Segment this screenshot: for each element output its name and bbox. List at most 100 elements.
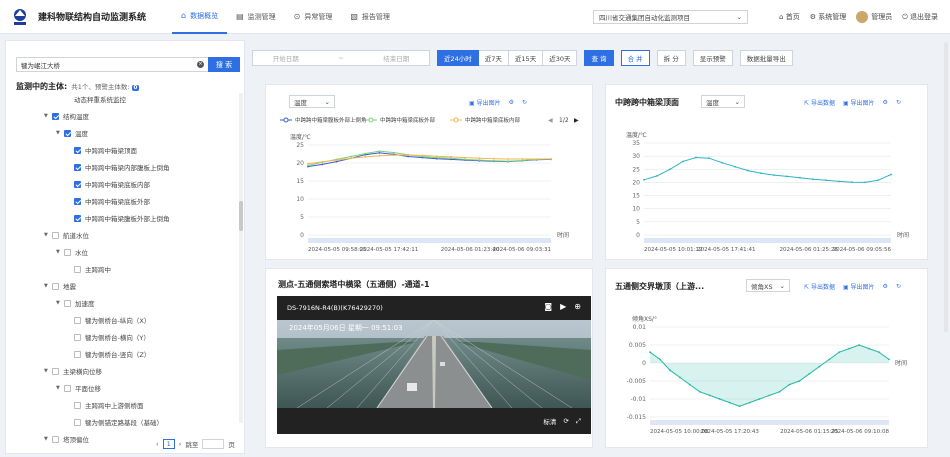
- page-unit: 页: [228, 441, 235, 449]
- tree-checkbox[interactable]: [52, 367, 59, 375]
- tree-item[interactable]: 犍为侧锚定路基段（基础）: [74, 416, 163, 428]
- quality-switch-icon[interactable]: ⟳: [563, 417, 568, 425]
- caret-down-icon[interactable]: ▼: [44, 283, 52, 289]
- tree-item[interactable]: ▼ 温度: [56, 127, 88, 139]
- tree-scroll-thumb[interactable]: [239, 201, 243, 231]
- tree-item[interactable]: ▼ 平面位移: [56, 382, 101, 394]
- tree-checkbox[interactable]: [64, 129, 71, 137]
- nav-monitor-manage[interactable]: ▤ 监测管理: [227, 0, 285, 34]
- range-24h[interactable]: 近24小时: [437, 50, 479, 66]
- tree-checkbox[interactable]: [74, 316, 81, 324]
- tree-checkbox[interactable]: [74, 146, 81, 154]
- tree-checkbox[interactable]: [74, 418, 81, 426]
- tree-checkbox[interactable]: [74, 350, 81, 358]
- caret-down-icon[interactable]: ▼: [56, 130, 64, 136]
- tree-item[interactable]: 犍为侧桥台-竖向（Z）: [74, 348, 150, 360]
- tree-checkbox[interactable]: [74, 333, 81, 341]
- tree-item[interactable]: 中跨跨中箱梁腹板外部上倒角: [74, 212, 170, 224]
- video-footer: 标清 ⟳ ⤢: [277, 408, 591, 434]
- query-button[interactable]: 查 询: [584, 50, 614, 66]
- date-range-picker[interactable]: 开始日期 ~ 结束日期: [252, 50, 430, 66]
- tree-item[interactable]: 中跨跨中箱梁内部腹板上倒角: [74, 161, 170, 173]
- camera-icon[interactable]: ◙: [544, 302, 552, 311]
- project-select[interactable]: 四川省交通集团自动化监测项目 ⌄: [593, 10, 748, 24]
- data-point: [818, 365, 821, 368]
- data-point: [828, 358, 831, 361]
- tree-item[interactable]: ▼ 航道水位: [44, 229, 89, 241]
- tree-item[interactable]: 主跨跨中: [74, 263, 111, 275]
- video-overlay-text: 2024年05月06日 星期一 09:51:03: [289, 323, 403, 332]
- tree-checkbox[interactable]: [74, 163, 81, 171]
- search-input[interactable]: 犍为岷江大桥 ×: [16, 57, 208, 72]
- tree-checkbox[interactable]: [52, 231, 59, 239]
- range-30d[interactable]: 近30天: [543, 50, 578, 66]
- tree-item[interactable]: 中跨跨中箱梁底板内部: [74, 178, 150, 190]
- clear-icon[interactable]: ×: [197, 61, 204, 68]
- tree-checkbox[interactable]: [64, 248, 71, 256]
- tree-checkbox[interactable]: [74, 265, 81, 273]
- fullscreen-icon[interactable]: ⤢: [576, 417, 581, 426]
- caret-down-icon[interactable]: ▼: [56, 385, 64, 391]
- stream-quality[interactable]: 标清: [543, 416, 556, 426]
- range-tabs: 近24小时 近7天 近15天 近30天: [437, 50, 578, 66]
- range-15d[interactable]: 近15天: [508, 50, 544, 66]
- tree-checkbox[interactable]: [74, 197, 81, 205]
- nav-data-overview[interactable]: ⌂ 数据概览: [172, 0, 228, 34]
- caret-down-icon[interactable]: ▼: [56, 300, 64, 306]
- tree-item[interactable]: 中跨跨中箱梁底板外部: [74, 195, 150, 207]
- user-menu[interactable]: 管理员: [856, 11, 892, 23]
- record-icon[interactable]: ▶: [560, 302, 566, 311]
- page-number[interactable]: 1: [162, 439, 175, 449]
- logout-link[interactable]: ⏻ 退出登录: [902, 12, 938, 22]
- goto-page-input[interactable]: [202, 439, 225, 449]
- tree-item[interactable]: 中跨跨中箱梁顶面: [74, 144, 137, 156]
- show-warning-button[interactable]: 显示预警: [692, 50, 733, 66]
- settings-link[interactable]: ⚙ 系统管理: [810, 12, 847, 22]
- caret-down-icon[interactable]: ▼: [44, 436, 52, 442]
- start-date[interactable]: 开始日期: [273, 53, 299, 63]
- gear-icon: ⚙: [809, 13, 816, 21]
- tree-item[interactable]: ▼ 地震: [44, 280, 76, 292]
- caret-down-icon[interactable]: ▼: [44, 368, 52, 374]
- tree-checkbox[interactable]: [74, 180, 81, 188]
- tree-checkbox[interactable]: [64, 384, 71, 392]
- data-point: [335, 159, 338, 161]
- series-line: [307, 152, 552, 168]
- nav-label: 监测管理: [247, 12, 276, 21]
- legend-marker: [283, 117, 289, 123]
- nav-alert-manage[interactable]: ⊙ 异常管理: [285, 0, 342, 34]
- tree-checkbox[interactable]: [52, 282, 59, 290]
- tree-item[interactable]: 动态秤重系统监控: [74, 93, 126, 105]
- tree-item[interactable]: ▼ 塔顶偏位: [44, 433, 89, 445]
- merge-button[interactable]: 合 并: [620, 50, 650, 66]
- caret-down-icon[interactable]: ▼: [44, 232, 52, 238]
- range-7d[interactable]: 近7天: [478, 50, 509, 66]
- tree-checkbox[interactable]: [74, 401, 81, 409]
- caret-down-icon[interactable]: ▼: [44, 113, 52, 119]
- tree-item[interactable]: 主跨跨中上游侧桥面: [74, 399, 144, 411]
- tree-item[interactable]: ▼ 加速度: [56, 297, 95, 309]
- tree-scrollbar[interactable]: [239, 93, 243, 423]
- tree-checkbox[interactable]: [52, 435, 59, 443]
- home-link[interactable]: ⌂ 首页: [779, 12, 800, 22]
- tree-checkbox[interactable]: [74, 214, 81, 222]
- nav-report-manage[interactable]: ▧ 报告管理: [341, 0, 399, 34]
- next-page-icon[interactable]: ›: [179, 440, 182, 448]
- tree-checkbox[interactable]: [64, 299, 71, 307]
- tree-item[interactable]: ▼ 水位: [56, 246, 88, 258]
- caret-down-icon[interactable]: ▼: [56, 249, 64, 255]
- tree-item[interactable]: ▼ 主梁横向位移: [44, 365, 102, 377]
- x-tick-label: 2024-05-05 09:58:05: [308, 247, 367, 253]
- search-button[interactable]: 搜 索: [208, 57, 240, 72]
- tree-item[interactable]: ▼ 结构温度: [44, 110, 89, 122]
- tree-item[interactable]: 犍为侧桥台-纵向（X）: [74, 314, 150, 326]
- batch-export-button[interactable]: 数据批量导出: [739, 50, 793, 66]
- video-player[interactable]: DS-7916N-R4(B)(K76429270) ◙ ▶ ⊕ 2024年05月…: [277, 296, 591, 434]
- prev-page-icon[interactable]: ‹: [156, 440, 159, 448]
- tree-item[interactable]: 犍为侧桥台-横向（Y）: [74, 331, 150, 343]
- page-scrollbar[interactable]: [944, 42, 948, 332]
- zoom-in-icon[interactable]: ⊕: [574, 302, 581, 311]
- tree-checkbox[interactable]: [52, 112, 59, 120]
- end-date[interactable]: 结束日期: [383, 53, 409, 63]
- split-button[interactable]: 拆 分: [656, 50, 686, 66]
